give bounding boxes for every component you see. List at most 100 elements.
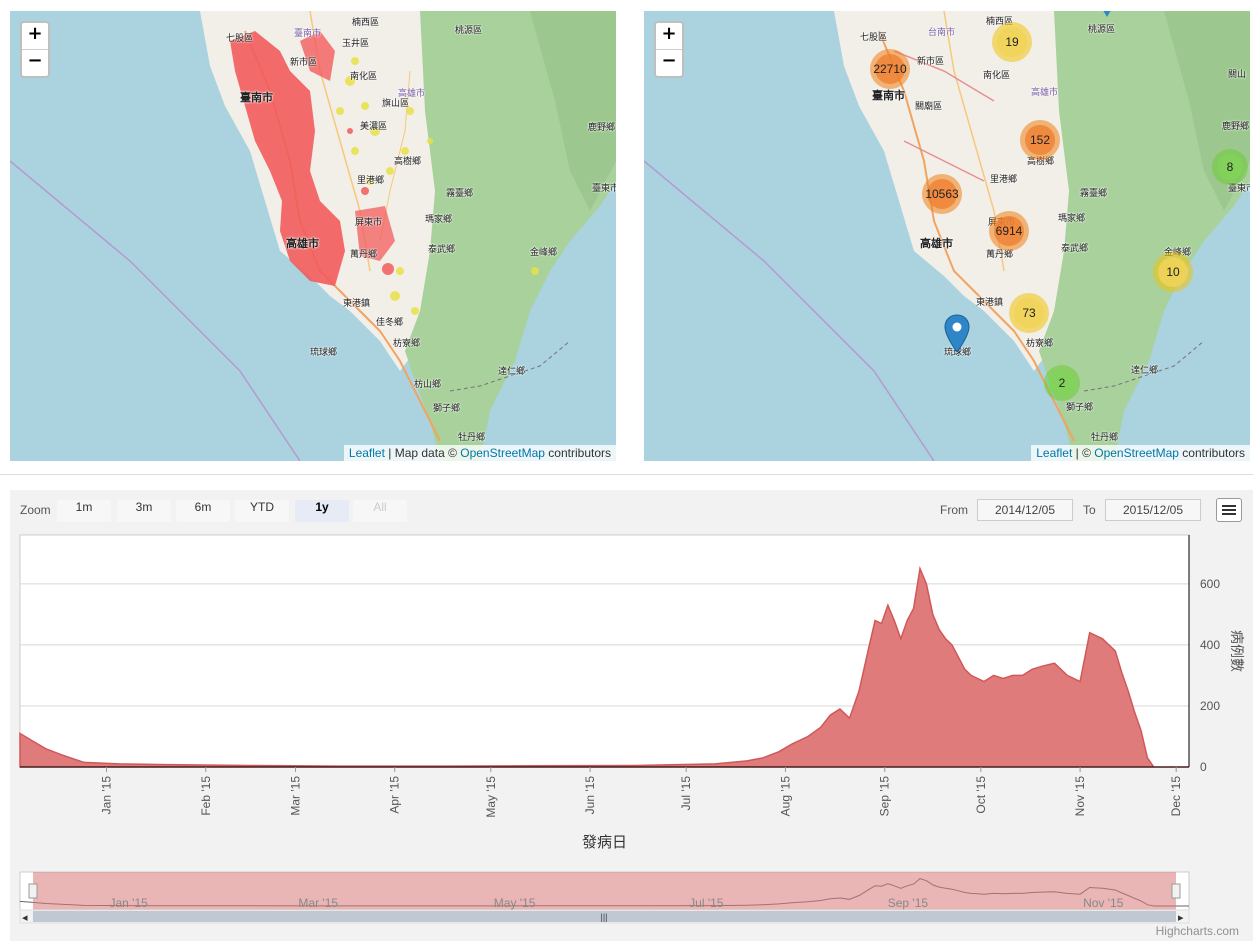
- place-label: 高雄市: [920, 237, 953, 250]
- map-attribution: Leaflet | Map data © OpenStreetMap contr…: [343, 445, 616, 461]
- place-label: 獅子鄉: [433, 404, 461, 414]
- cluster-marker[interactable]: 2: [1044, 365, 1080, 401]
- heatmap-map[interactable]: + − 臺南市 高雄市 高雄市 七股區 新市區 臺南市 楠西區 玉井區 桃源區 南化區 旗山區 美濃區…: [10, 11, 616, 461]
- credits-link[interactable]: Highcharts.com: [1156, 924, 1239, 938]
- map-pin-icon[interactable]: [1099, 11, 1115, 19]
- x-tick-label: Jul '15: [679, 776, 693, 811]
- place-label: 東港鎮: [343, 299, 371, 309]
- cluster-count: 19: [997, 27, 1027, 57]
- navigator-label: Sep '15: [888, 896, 929, 910]
- map-pin-icon[interactable]: [944, 314, 970, 354]
- cluster-marker[interactable]: 152: [1020, 120, 1060, 160]
- y-tick-label: 0: [1200, 760, 1207, 774]
- place-label: 獅子鄉: [1066, 403, 1094, 413]
- navigator-label: Jan '15: [109, 896, 148, 910]
- place-label: 南化區: [983, 71, 1011, 81]
- place-label: 新市區: [917, 57, 945, 67]
- cluster-count: 22710: [873, 54, 907, 84]
- x-tick-label: Nov '15: [1073, 776, 1087, 817]
- place-label: 瑪家鄉: [425, 215, 453, 225]
- attribution-suffix: contributors: [544, 446, 611, 460]
- place-label: 東港鎮: [976, 298, 1004, 308]
- place-label: 泰武鄉: [1061, 244, 1089, 254]
- x-tick-label: Aug '15: [778, 776, 792, 817]
- place-label: 南化區: [350, 72, 378, 82]
- cluster-count: 8: [1217, 154, 1243, 180]
- place-label: 關山: [1228, 70, 1247, 80]
- place-label: 里港鄉: [357, 176, 385, 186]
- place-label: 泰武鄉: [428, 245, 456, 255]
- place-label: 高雄市: [286, 237, 319, 250]
- zoom-in-button[interactable]: +: [656, 23, 682, 49]
- cluster-count: 10: [1158, 257, 1188, 287]
- place-label: 霧臺鄉: [446, 189, 474, 199]
- place-label: 臺東市: [592, 184, 616, 194]
- place-label: 鹿野鄉: [588, 123, 616, 133]
- navigator-label: Jul '15: [689, 896, 724, 910]
- x-tick-label: Mar '15: [288, 776, 302, 816]
- cluster-count: 10563: [925, 179, 959, 209]
- place-label: 金峰鄉: [530, 248, 558, 258]
- cluster-marker[interactable]: 10: [1153, 252, 1193, 292]
- x-tick-label: Oct '15: [974, 776, 988, 814]
- cluster-marker[interactable]: 8: [1212, 149, 1248, 185]
- zoom-out-button[interactable]: −: [22, 49, 48, 76]
- x-tick-label: Feb '15: [199, 776, 213, 816]
- place-label: 桃源區: [455, 26, 483, 36]
- place-label: 桃源區: [1088, 25, 1116, 35]
- cluster-marker[interactable]: 19: [992, 22, 1032, 62]
- chart-canvas: 0 200 400 600 病例數 Jan '15 Feb '15 Mar '15 Apr '1…: [19, 534, 1245, 924]
- place-label: 枋寮鄉: [393, 339, 421, 349]
- cluster-map[interactable]: + − 臺南市 高雄市 台南市 高雄市 七股區 新市區 楠西區 桃源區 南化區 關廟區 高樹鄉 里港鄉…: [644, 11, 1250, 461]
- cluster-marker[interactable]: 22710: [870, 49, 910, 89]
- y-axis-title: 病例數: [1229, 630, 1245, 672]
- x-tick-label: Jan '15: [99, 776, 113, 815]
- zoom-control: + −: [654, 21, 684, 78]
- osm-link[interactable]: OpenStreetMap: [1094, 446, 1179, 460]
- scroll-arrow-icon[interactable]: ▸: [1178, 912, 1184, 924]
- osm-link[interactable]: OpenStreetMap: [460, 446, 545, 460]
- x-tick-label: May '15: [484, 776, 498, 818]
- navigator-handle[interactable]: [1171, 883, 1181, 899]
- zoom-in-button[interactable]: +: [22, 23, 48, 49]
- x-tick-label: Dec '15: [1169, 776, 1183, 817]
- place-label: 達仁鄉: [1131, 366, 1159, 376]
- cluster-count: 152: [1025, 125, 1055, 155]
- cluster-marker[interactable]: 10563: [922, 174, 962, 214]
- attribution-text: | Map data ©: [384, 446, 461, 460]
- place-label: 屏東市: [355, 218, 383, 228]
- x-tick-label: Jun '15: [583, 776, 597, 815]
- cluster-count: 2: [1049, 370, 1075, 396]
- scroll-arrow-icon[interactable]: ◂: [22, 912, 28, 924]
- place-label: 美濃區: [360, 122, 388, 132]
- place-label: 新市區: [290, 58, 318, 68]
- place-label: 楠西區: [352, 18, 380, 28]
- y-tick-label: 400: [1200, 638, 1220, 652]
- map-attribution: Leaflet | © OpenStreetMap contributors: [1031, 445, 1250, 461]
- place-label: 玉井區: [342, 39, 370, 49]
- stock-chart: Zoom 1m 3m 6m YTD 1y All From 2014/12/05 To 2…: [10, 490, 1253, 941]
- place-label: 關廟區: [915, 102, 943, 112]
- place-label: 臺南市: [294, 29, 322, 39]
- navigator-handle[interactable]: [28, 883, 38, 899]
- cluster-marker[interactable]: 6914: [989, 211, 1029, 251]
- leaflet-link[interactable]: Leaflet: [1036, 446, 1072, 460]
- scrollbar-grip-icon: |||: [601, 912, 608, 922]
- navigator-label: May '15: [494, 896, 536, 910]
- attribution-text: | ©: [1072, 446, 1095, 460]
- place-label: 枋山鄉: [414, 380, 442, 390]
- place-label: 台南市: [928, 28, 956, 38]
- place-label: 七股區: [226, 34, 254, 44]
- place-label: 高樹鄉: [394, 157, 422, 167]
- cluster-marker[interactable]: 73: [1009, 293, 1049, 333]
- cluster-count: 6914: [994, 216, 1024, 246]
- place-label: 枋寮鄉: [1026, 339, 1054, 349]
- place-label: 佳冬鄉: [376, 318, 404, 328]
- place-label: 臺南市: [240, 91, 273, 104]
- x-axis-title: 發病日: [582, 834, 627, 851]
- zoom-out-button[interactable]: −: [656, 49, 682, 76]
- x-tick-label: Apr '15: [388, 776, 402, 814]
- place-label: 鹿野鄉: [1222, 122, 1250, 132]
- leaflet-link[interactable]: Leaflet: [349, 446, 385, 460]
- place-label: 瑪家鄉: [1058, 214, 1086, 224]
